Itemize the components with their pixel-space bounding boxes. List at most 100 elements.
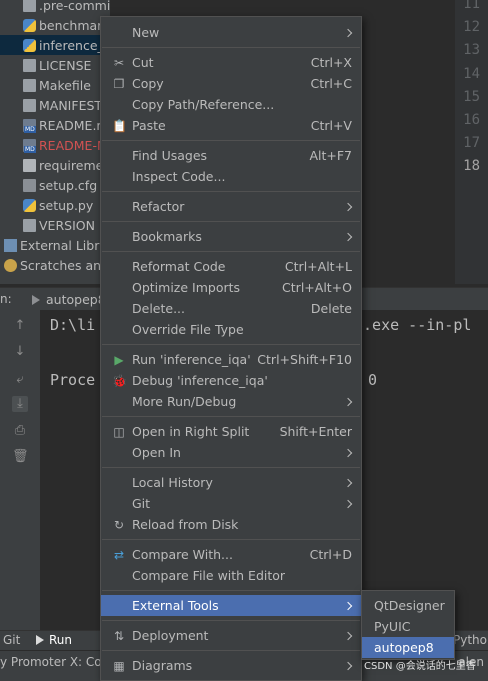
menu-item-git[interactable]: Git xyxy=(101,493,361,514)
menu-item-more-run-debug[interactable]: More Run/Debug xyxy=(101,391,361,412)
tree-item[interactable]: inference_i xyxy=(0,35,110,55)
chevron-right-icon xyxy=(343,232,353,241)
run-tab-label: autopep8 xyxy=(46,292,106,307)
menu-item-label: Find Usages xyxy=(132,148,208,163)
console-line: 8.exe --in-pl xyxy=(354,316,472,334)
up-arrow-icon[interactable]: ↑ xyxy=(12,318,28,334)
menu-item-shortcut: Ctrl+Alt+O xyxy=(282,280,352,295)
tree-item[interactable]: .pre-commit-config.yaml xyxy=(0,0,110,15)
tab-python[interactable]: Python xyxy=(453,633,488,647)
csdn-watermark: CSDN @会说话的七里香 xyxy=(364,661,476,672)
tree-item-label: requireme xyxy=(39,157,104,173)
menu-item-external-tools[interactable]: External Tools xyxy=(101,595,361,616)
menu-item-copy[interactable]: ❐ Copy Ctrl+C xyxy=(101,73,361,94)
line-number: 14 xyxy=(463,65,480,82)
menu-item-shortcut: Ctrl+C xyxy=(310,76,352,91)
run-icon: ▶ xyxy=(114,352,124,367)
chevron-right-icon xyxy=(343,601,353,610)
ide-window: .pre-commit-config.yaml benchmark inferenc… xyxy=(0,0,488,681)
menu-item-shortcut: Ctrl+D xyxy=(309,547,352,562)
menu-item-delete[interactable]: Delete... Delete xyxy=(101,298,361,319)
menu-item-reformat-code[interactable]: Reformat Code Ctrl+Alt+L xyxy=(101,256,361,277)
menu-item-cut[interactable]: ✂ Cut Ctrl+X xyxy=(101,52,361,73)
tree-item[interactable]: benchmark xyxy=(0,15,110,35)
menu-item-bookmarks[interactable]: Bookmarks xyxy=(101,226,361,247)
print-icon[interactable]: ⎙ xyxy=(12,423,28,439)
file-icon xyxy=(23,218,36,232)
submenu-item-qtdesigner[interactable]: QtDesigner xyxy=(362,595,454,616)
clear-trash-icon[interactable]: 🗑 xyxy=(12,449,29,465)
run-tab-autopep8[interactable]: autopep8 xyxy=(32,292,106,307)
menu-item-label: Git xyxy=(132,496,151,511)
menu-separator xyxy=(102,539,360,540)
menu-item-run-inference-iqa[interactable]: ▶ Run 'inference_iqa' Ctrl+Shift+F10 xyxy=(101,349,361,370)
tree-item[interactable]: Scratches and xyxy=(0,255,110,275)
tab-run[interactable]: Run xyxy=(36,633,72,647)
tree-item[interactable]: Makefile xyxy=(0,75,110,95)
menu-item-debug-inference-iqa[interactable]: 🐞 Debug 'inference_iqa' xyxy=(101,370,361,391)
run-header-label: n: xyxy=(0,292,12,306)
project-tree: .pre-commit-config.yaml benchmark inferenc… xyxy=(0,0,110,284)
tree-item[interactable]: MANIFEST xyxy=(0,95,110,115)
menu-item-label: Open in Right Split xyxy=(132,424,250,439)
menu-item-paste[interactable]: 📋 Paste Ctrl+V xyxy=(101,115,361,136)
menu-item-override-file-type[interactable]: Override File Type xyxy=(101,319,361,340)
console-line: 0 xyxy=(368,371,378,389)
menu-item-local-history[interactable]: Local History xyxy=(101,472,361,493)
tree-item[interactable]: LICENSE xyxy=(0,55,110,75)
menu-item-label: Open In xyxy=(132,445,181,460)
menu-separator xyxy=(102,140,360,141)
tree-item[interactable]: VERSION xyxy=(0,215,110,235)
reload-icon: ↻ xyxy=(113,517,125,532)
run-toolbar: ↑ ↓ ⤶ ⤓ ⎙ 🗑 xyxy=(0,310,40,630)
tree-item[interactable]: README-M xyxy=(0,135,110,155)
menu-item-compare-with[interactable]: ⇄ Compare With... Ctrl+D xyxy=(101,544,361,565)
tree-item[interactable]: External Libra xyxy=(0,235,110,255)
menu-item-label: Override File Type xyxy=(132,322,244,337)
tree-item[interactable]: README.m xyxy=(0,115,110,135)
tree-item[interactable]: setup.py xyxy=(0,195,110,215)
menu-item-label: Cut xyxy=(132,55,154,70)
menu-item-optimize-imports[interactable]: Optimize Imports Ctrl+Alt+O xyxy=(101,277,361,298)
menu-item-shortcut: Delete xyxy=(310,301,352,316)
status-text: y Promoter X: Co xyxy=(0,655,102,669)
menu-item-find-usages[interactable]: Find Usages Alt+F7 xyxy=(101,145,361,166)
menu-item-reload-from-disk[interactable]: ↻ Reload from Disk xyxy=(101,514,361,535)
menu-item-open-in-right-split[interactable]: ◫ Open in Right Split Shift+Enter xyxy=(101,421,361,442)
soft-wrap-icon[interactable]: ⤶ xyxy=(12,372,28,388)
python-file-icon xyxy=(23,38,36,52)
tree-item[interactable]: setup.cfg xyxy=(0,175,110,195)
file-icon xyxy=(23,98,36,112)
chevron-right-icon xyxy=(343,448,353,457)
submenu-item-autopep8[interactable]: autopep8 xyxy=(362,637,454,658)
down-arrow-icon[interactable]: ↓ xyxy=(12,344,28,360)
tree-item[interactable]: requireme xyxy=(0,155,110,175)
menu-item-diagrams[interactable]: ▦ Diagrams xyxy=(101,655,361,676)
chevron-right-icon xyxy=(343,499,353,508)
menu-item-inspect-code[interactable]: Inspect Code... xyxy=(101,166,361,187)
tree-item-label: inference_i xyxy=(39,37,108,53)
tree-item-label: LICENSE xyxy=(39,57,92,73)
menu-separator xyxy=(102,620,360,621)
menu-item-compare-file-with-editor[interactable]: Compare File with Editor xyxy=(101,565,361,586)
line-number: 16 xyxy=(463,112,480,128)
tree-item-label: MANIFEST xyxy=(39,97,103,113)
submenu-item-pyuic[interactable]: PyUIC xyxy=(362,616,454,637)
scroll-to-end-icon[interactable]: ⤓ xyxy=(12,396,28,412)
menu-item-open-in[interactable]: Open In xyxy=(101,442,361,463)
menu-item-label: Reformat Code xyxy=(132,259,226,274)
menu-item-deployment[interactable]: ⇅ Deployment xyxy=(101,625,361,646)
tree-item-label: VERSION xyxy=(39,217,95,233)
menu-item-refactor[interactable]: Refactor xyxy=(101,196,361,217)
menu-separator xyxy=(102,650,360,651)
menu-separator xyxy=(102,47,360,48)
menu-separator xyxy=(102,467,360,468)
line-number: 13 xyxy=(463,42,480,59)
tree-item-label: README-M xyxy=(39,137,108,153)
tab-git[interactable]: Git xyxy=(3,633,20,647)
menu-item-copy-path-reference[interactable]: Copy Path/Reference... xyxy=(101,94,361,115)
menu-item-new[interactable]: New xyxy=(101,22,361,43)
menu-item-label: Reload from Disk xyxy=(132,517,239,532)
compare-icon: ⇄ xyxy=(113,547,125,562)
menu-item-shortcut: Shift+Enter xyxy=(279,424,352,439)
